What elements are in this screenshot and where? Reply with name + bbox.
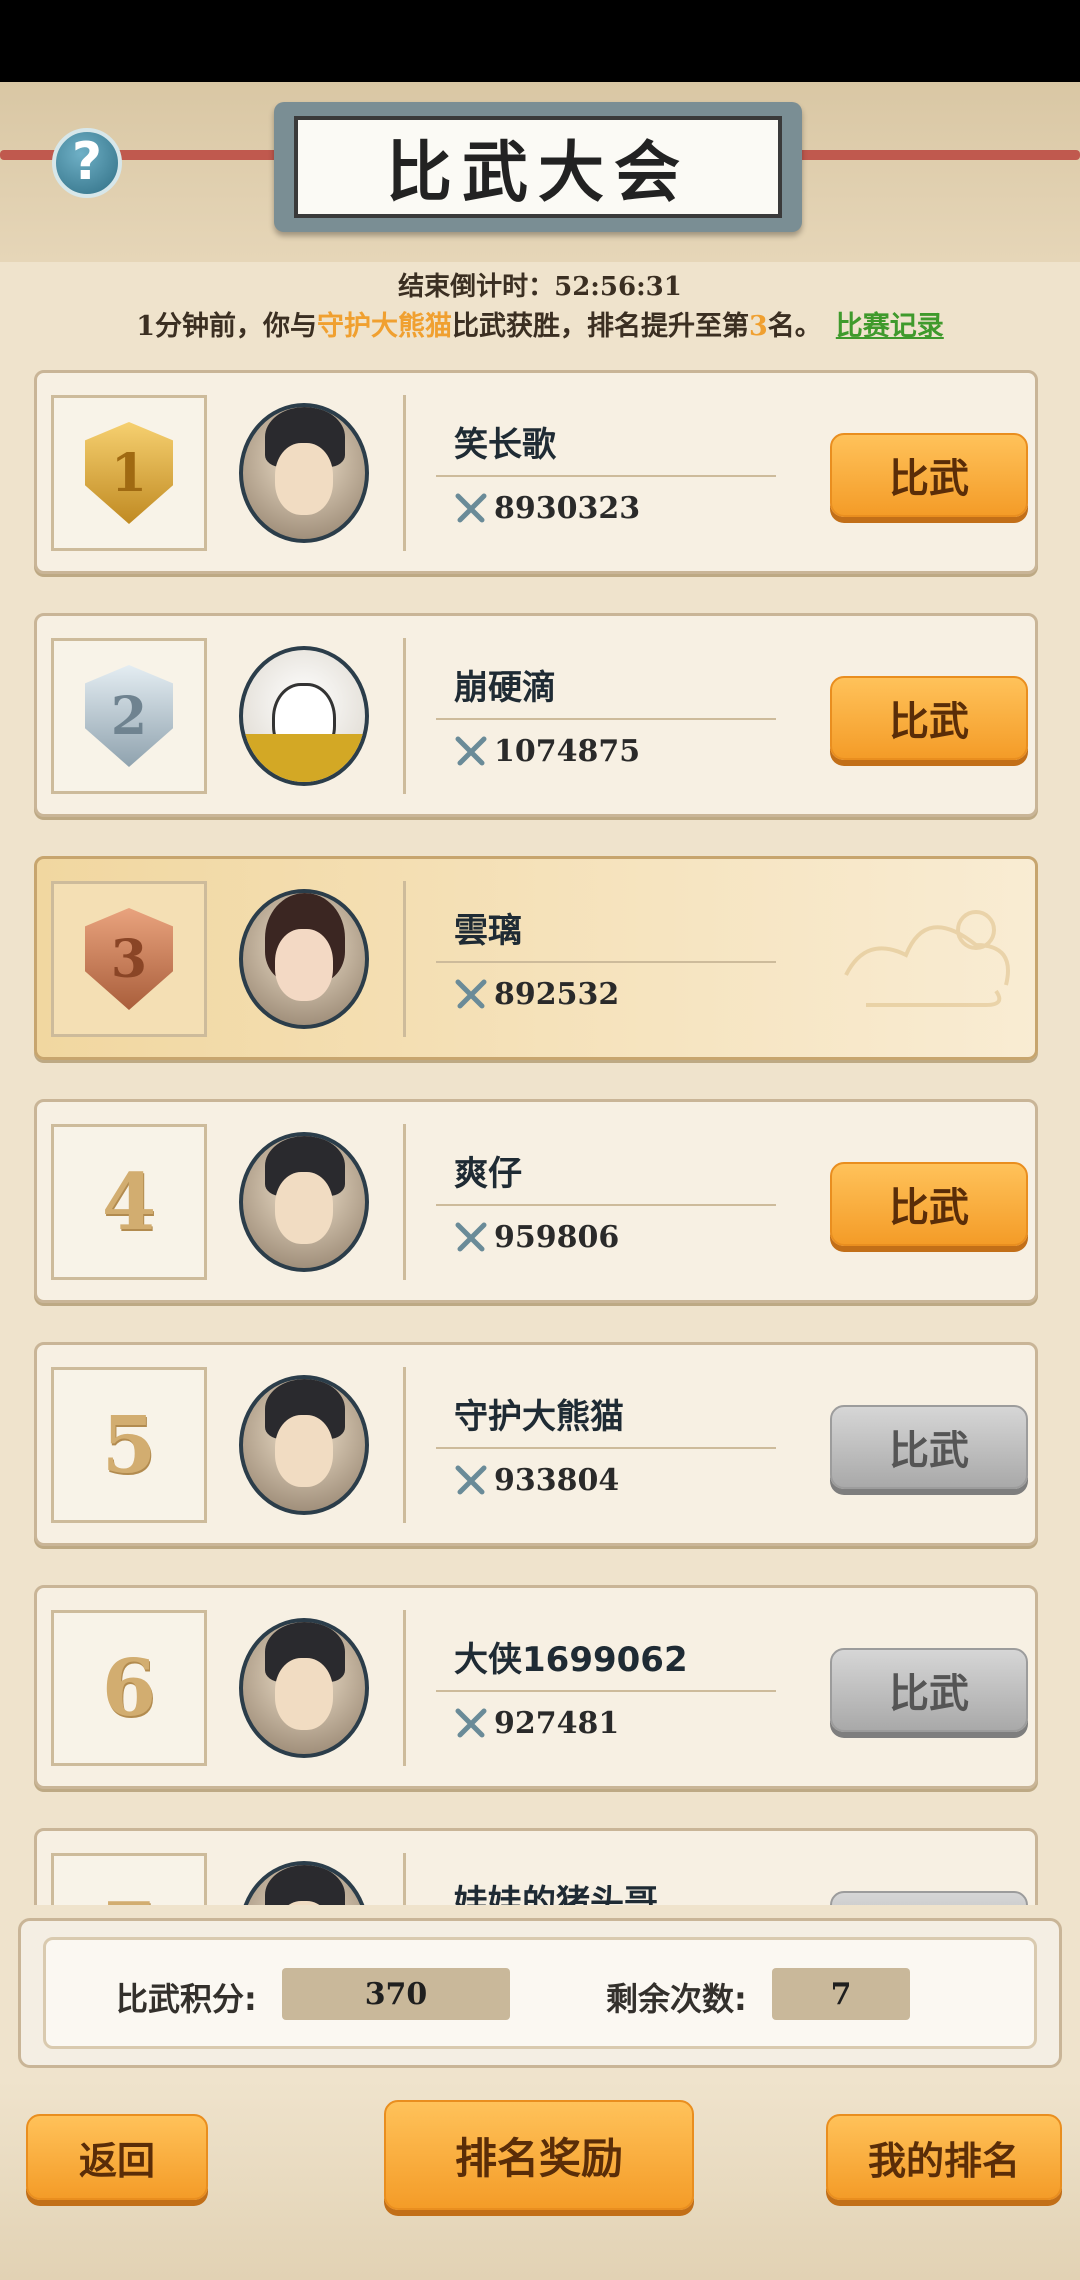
player-name: 崩硬滴 [454,668,556,708]
avatar[interactable] [239,646,369,786]
remaining-value: 7 [772,1968,910,2020]
news-rank: 3 [749,311,768,342]
news-middle: 比武获胜，排名提升至第 [452,311,749,342]
remaining-label: 剩余次数: [606,1980,747,2018]
bronze-medal-icon: 3 [85,908,173,1010]
record-link[interactable]: 比赛记录 [836,311,944,342]
countdown-value: 52:56:31 [554,272,682,302]
ranking-card: 2 崩硬滴 1074875 比武 [34,613,1038,817]
player-name: 爽仔 [454,1154,522,1194]
player-name: 娃娃的猪头哥 [454,1883,658,1905]
my-rank-button[interactable]: 我的排名 [826,2114,1062,2200]
rank-number: 6 [101,1642,157,1734]
rank-number: 7 [102,1886,156,1906]
ranking-card-self: 3 雲璃 892532 [34,856,1038,1060]
power-value: 927481 [454,1706,619,1741]
avatar[interactable] [239,1132,369,1272]
player-name: 雲璃 [454,911,522,951]
fight-button-disabled[interactable]: 比武 [830,1648,1028,1732]
avatar[interactable] [239,1375,369,1515]
news-prefix: 1分钟前，你与 [136,311,317,342]
crossed-swords-icon [455,1222,487,1251]
rope-decoration-right [790,150,1080,160]
ranking-card: 6 大侠1699062 927481 比武 [34,1585,1038,1789]
power-value: 959806 [454,1220,619,1255]
avatar[interactable] [239,403,369,543]
help-button[interactable]: ? [52,128,122,198]
player-info: 守护大熊猫 933804 比武 [403,1367,1036,1523]
silver-medal-icon: 2 [85,665,173,767]
ranking-card: 1 笑长歌 8930323 比武 [34,370,1038,574]
rope-decoration-left [0,150,290,160]
ranking-card: 7 娃娃的猪头哥 比武 [34,1828,1038,1905]
gold-medal-icon: 1 [85,422,173,524]
rank-number: 4 [101,1156,157,1248]
title-plate: 比武大会 [274,102,802,232]
avatar[interactable] [239,1861,369,1905]
player-name: 大侠1699062 [454,1640,688,1680]
rank-badge: 4 [51,1124,207,1280]
ranking-rewards-button[interactable]: 排名奖励 [384,2100,694,2210]
fight-button[interactable]: 比武 [830,1162,1028,1246]
power-number: 892532 [494,977,620,1012]
power-number: 959806 [494,1220,620,1255]
points-value: 370 [282,1968,510,2020]
power-number: 1074875 [494,734,641,769]
crossed-swords-icon [455,1708,487,1737]
countdown: 结束倒计时：52:56:31 [0,266,1080,303]
page-title: 比武大会 [294,116,782,218]
news-suffix: 名。 [767,311,822,342]
battle-news: 1分钟前，你与守护大熊猫比武获胜，排名提升至第3名。 比赛记录 [0,304,1080,343]
player-info: 娃娃的猪头哥 比武 [403,1853,1036,1905]
fight-button[interactable]: 比武 [830,676,1028,760]
rank-badge: 3 [51,881,207,1037]
back-button[interactable]: 返回 [26,2114,208,2200]
rank-badge: 1 [51,395,207,551]
cloud-decoration-icon [844,910,1010,1007]
news-opponent: 守护大熊猫 [317,311,452,342]
power-number: 927481 [494,1706,620,1741]
player-name: 守护大熊猫 [454,1397,624,1437]
rank-badge: 6 [51,1610,207,1766]
player-info: 崩硬滴 1074875 比武 [403,638,1036,794]
crossed-swords-icon [455,736,487,765]
power-number: 933804 [494,1463,620,1498]
crossed-swords-icon [455,493,487,522]
power-value: 8930323 [454,491,640,526]
rank-badge: 2 [51,638,207,794]
player-info: 爽仔 959806 比武 [403,1124,1036,1280]
status-bar [0,0,1080,82]
player-info: 笑长歌 8930323 比武 [403,395,1036,551]
power-value: 1074875 [454,734,640,769]
points-label: 比武积分: [116,1980,257,2018]
ranking-card: 4 爽仔 959806 比武 [34,1099,1038,1303]
ranking-card: 5 守护大熊猫 933804 比武 [34,1342,1038,1546]
rank-badge: 5 [51,1367,207,1523]
avatar[interactable] [239,889,369,1029]
score-panel: 比武积分: 370 剩余次数: 7 [18,1918,1062,2068]
fight-button[interactable]: 比武 [830,433,1028,517]
crossed-swords-icon [455,1465,487,1494]
player-name: 笑长歌 [454,425,556,465]
rank-number: 5 [101,1399,157,1491]
power-value: 933804 [454,1463,619,1498]
fight-button-disabled[interactable]: 比武 [830,1891,1028,1905]
rank-badge: 7 [51,1853,207,1905]
player-info: 大侠1699062 927481 比武 [403,1610,1036,1766]
countdown-label: 结束倒计时： [398,272,555,302]
power-value: 892532 [454,977,619,1012]
avatar[interactable] [239,1618,369,1758]
player-info: 雲璃 892532 [403,881,1036,1037]
power-number: 8930323 [494,491,641,526]
crossed-swords-icon [455,979,487,1008]
fight-button-disabled[interactable]: 比武 [830,1405,1028,1489]
ranking-list[interactable]: 1 笑长歌 8930323 比武 2 崩硬滴 1074875 比武 3 雲璃 8… [0,370,1080,1905]
